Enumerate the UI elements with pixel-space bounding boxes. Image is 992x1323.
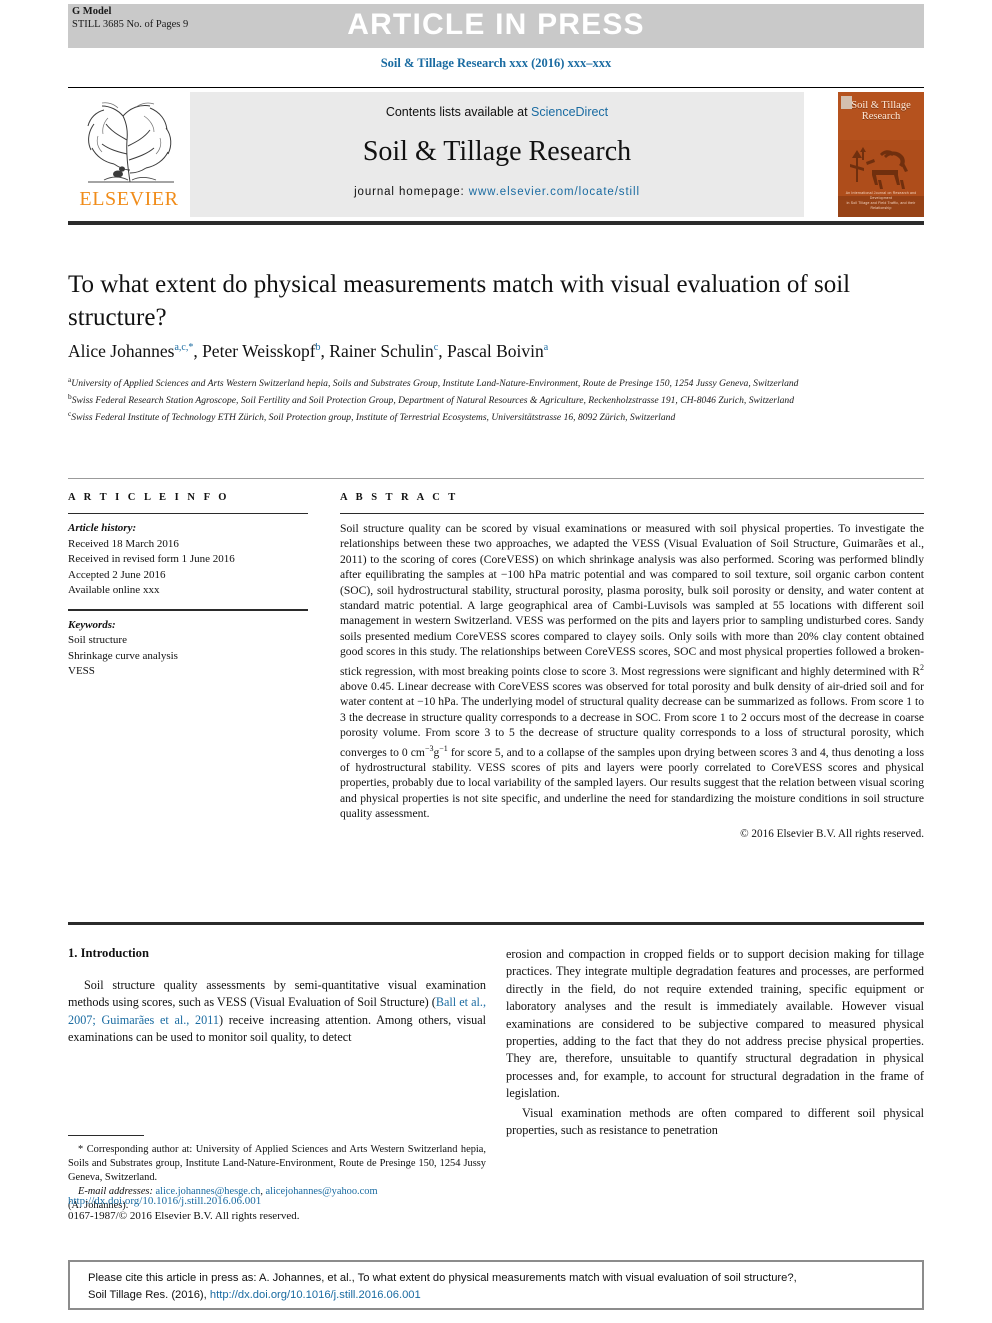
affiliation-item: bSwiss Federal Research Station Agroscop… [68,391,928,408]
abstract-copyright: © 2016 Elsevier B.V. All rights reserved… [740,828,924,841]
author-name: Pascal Boivin [447,341,544,361]
keywords-divider [68,608,308,611]
author-marks: a,c,* [174,342,194,354]
article-history-label: Article history: [68,522,137,534]
elsevier-tree-icon [74,94,184,186]
journal-cover-thumbnail: Soil & Tillage Research An International… [838,92,924,217]
doi-footer: http://dx.doi.org/10.1016/j.still.2016.0… [68,1194,498,1224]
article-page: ARTICLE IN PRESS G Model STILL 3685 No. … [0,0,992,1323]
affiliation-item: cSwiss Federal Institute of Technology E… [68,408,928,425]
intro-paragraph-1: Soil structure quality assessments by se… [68,977,486,1047]
article-history-item: Received in revised form 1 June 2016 [68,553,235,565]
contents-line: Contents lists available at ScienceDirec… [190,105,804,119]
article-history-item: Accepted 2 June 2016 [68,568,166,581]
journal-homepage-line: journal homepage: www.elsevier.com/locat… [190,186,804,198]
abstract-heading: A B S T R A C T [340,492,459,503]
keyword-item: Soil structure [68,634,127,646]
homepage-link[interactable]: www.elsevier.com/locate/still [469,186,640,198]
sciencedirect-link[interactable]: ScienceDirect [531,105,608,119]
journal-title: Soil & Tillage Research [362,136,632,167]
elsevier-logo: ELSEVIER [68,92,190,217]
abstract-sup-units-2: −1 [439,743,448,753]
g-model-label: G Model [72,6,112,17]
cover-footer-line1: An International Journal on Research and… [845,191,917,200]
author-marks: c [433,342,439,354]
issn-copyright: 0167-1987/© 2016 Elsevier B.V. All right… [68,1210,300,1222]
article-info-heading: A R T I C L E I N F O [68,492,230,503]
author-name: Peter Weisskopf [202,341,316,361]
article-info-column: A R T I C L E I N F O Article history: R… [68,492,308,680]
article-in-press-band: ARTICLE IN PRESS [68,4,924,48]
cover-footer-line2: in Soil Tillage and Field Traffic, and t… [846,201,916,210]
keywords-label: Keywords: [68,618,116,631]
cover-title-line2: Research [861,111,901,122]
elsevier-wordmark: ELSEVIER [79,188,179,210]
section-heading-introduction: 1. Introduction [68,946,149,960]
journal-running-head: Soil & Tillage Research xxx (2016) xxx–x… [380,56,612,70]
cite-text: Please cite this article in press as: A.… [88,1270,910,1304]
affiliation-text: Swiss Federal Research Station Agroscope… [71,395,795,407]
journal-masthead: ELSEVIER Contents lists available at Sci… [68,92,924,217]
masthead-center: Contents lists available at ScienceDirec… [190,92,804,217]
cite-this-article-box: Please cite this article in press as: A.… [68,1260,924,1310]
keyword-item: Shrinkage curve analysis [68,649,178,662]
still-pages-label: STILL 3685 No. of Pages 9 [72,18,189,30]
body-column-left: 1. Introduction Soil structure quality a… [68,946,486,1049]
cite-line-2-prefix: Soil Tillage Res. (2016), [88,1289,210,1301]
doi-link[interactable]: http://dx.doi.org/10.1016/j.still.2016.0… [68,1194,498,1209]
keyword-item: VESS [68,665,95,677]
abstract-text: Soil structure quality can be scored by … [340,521,924,821]
article-in-press-text: ARTICLE IN PRESS [347,8,645,41]
abstract-part-4: for score 5, and to a collapse of the sa… [340,745,924,821]
contents-prefix: Contents lists available at [385,105,532,119]
affiliation-text: Swiss Federal Institute of Technology ET… [71,412,676,424]
article-history-item: Available online xxx [68,584,160,596]
affiliation-list: aUniversity of Applied Sciences and Arts… [68,374,928,425]
cover-journal-title: Soil & Tillage Research [838,100,924,122]
cite-doi-link[interactable]: http://dx.doi.org/10.1016/j.still.2016.0… [210,1289,421,1301]
intro-text-a: Soil structure quality assessments by se… [68,978,486,1010]
article-history-item: Received 18 March 2016 [68,537,179,550]
article-info-divider [68,513,308,514]
footnote-text: Corresponding author at: University of A… [68,1144,486,1183]
author-name: Rainer Schulin [329,341,434,361]
cover-title-line1: Soil & Tillage [851,100,911,111]
footnote-rule [68,1135,144,1136]
author-marks: a [543,342,549,354]
abstract-column: A B S T R A C T Soil structure quality c… [340,492,924,840]
masthead-top-rule [68,87,924,88]
g-model-block: G Model STILL 3685 No. of Pages 9 [72,6,188,31]
abstract-divider [340,513,924,514]
author-marks: b [315,342,321,354]
author-list: Alice Johannesa,c,*, Peter Weisskopfb, R… [68,341,549,361]
masthead-bottom-rule [68,221,924,225]
intro-paragraph-continued: erosion and compaction in cropped fields… [506,947,924,1101]
cover-footer-text: An International Journal on Research and… [838,191,924,211]
footnote-star: * [78,1144,84,1155]
intro-paragraph-2: Visual examination methods are often com… [506,1105,924,1138]
cite-line-1: Please cite this article in press as: A.… [88,1272,797,1284]
affiliation-text: University of Applied Sciences and Arts … [71,378,799,390]
page-title: To what extent do physical measurements … [68,271,851,331]
affiliation-item: aUniversity of Applied Sciences and Arts… [68,374,928,391]
abstract-block-bottom-rule [68,922,924,925]
homepage-prefix: journal homepage: [354,186,469,198]
author-name: Alice Johannes [68,341,175,361]
abstract-block-top-rule [68,478,924,479]
abstract-part-1: Soil structure quality can be scored by … [340,522,924,678]
body-column-right: erosion and compaction in cropped fields… [506,946,924,1141]
abstract-sup-r2: 2 [920,662,924,672]
